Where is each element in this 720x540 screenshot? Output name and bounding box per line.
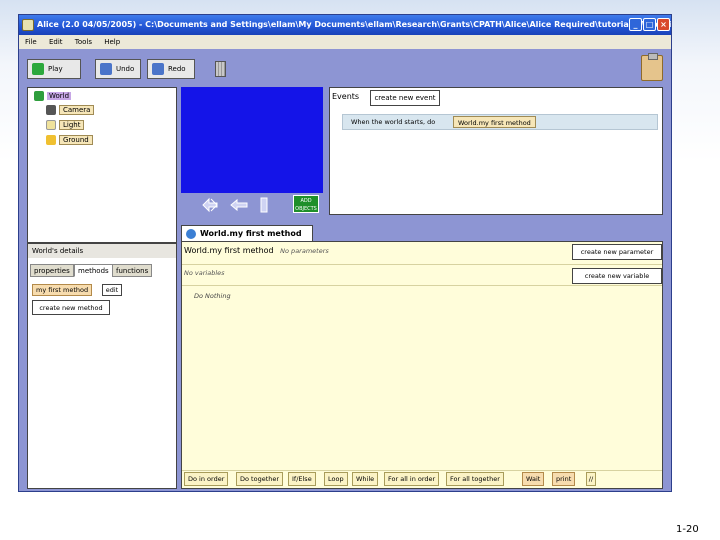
menu-bar: File Edit Tools Help — [19, 35, 671, 49]
tree-item-camera[interactable]: Camera — [44, 104, 95, 116]
events-panel: Events create new event When the world s… — [329, 87, 663, 215]
block-if-else[interactable]: If/Else — [288, 472, 316, 486]
method-tile[interactable]: my first method — [32, 284, 93, 296]
block-do-in-order[interactable]: Do in order — [184, 472, 229, 486]
globe-icon — [34, 91, 44, 101]
undo-icon — [100, 63, 112, 75]
close-icon[interactable]: × — [657, 18, 670, 31]
no-variables-text: No variables — [184, 269, 225, 277]
toolbar: Play Undo Redo — [19, 49, 671, 85]
create-new-event-button[interactable]: create new event — [370, 90, 440, 106]
tab-functions[interactable]: functions — [112, 264, 153, 277]
redo-icon — [152, 63, 164, 75]
lightbulb-icon — [46, 120, 56, 130]
tree-item-world[interactable]: World — [32, 90, 72, 102]
camera-controls: ADD OBJECTS — [181, 193, 323, 217]
event-method-tile[interactable]: World.my first method — [453, 116, 536, 128]
object-tree: World Camera Light Ground — [27, 87, 177, 243]
play-icon — [32, 63, 44, 75]
trash-icon[interactable] — [215, 61, 226, 77]
block-do-together[interactable]: Do together — [236, 472, 284, 486]
block-loop[interactable]: Loop — [324, 472, 348, 486]
block-while[interactable]: While — [352, 472, 379, 486]
maximize-icon[interactable]: □ — [643, 18, 656, 31]
slide-number: 1-20 — [676, 524, 699, 535]
tab-properties[interactable]: properties — [30, 264, 74, 277]
folder-icon — [46, 135, 56, 145]
alice-app-icon — [22, 19, 34, 31]
create-new-parameter-button[interactable]: create new parameter — [572, 244, 662, 260]
events-title: Events — [332, 92, 360, 101]
method-editor: World.my first method No parameters crea… — [181, 241, 663, 489]
play-button[interactable]: Play — [27, 59, 81, 79]
block-for-all-in-order[interactable]: For all in order — [384, 472, 440, 486]
menu-file[interactable]: File — [25, 38, 37, 46]
add-objects-button[interactable]: ADD OBJECTS — [293, 195, 319, 213]
comment-icon[interactable]: // — [586, 472, 596, 486]
event-rule[interactable]: When the world starts, do World.my first… — [342, 114, 658, 130]
create-new-method-button[interactable]: create new method — [32, 300, 110, 315]
details-title: World's details — [28, 244, 176, 258]
block-print[interactable]: print — [552, 472, 576, 486]
title-bar: Alice (2.0 04/05/2005) - C:\Documents an… — [19, 15, 671, 35]
details-panel: World's details properties methods funct… — [27, 243, 177, 489]
tree-item-light[interactable]: Light — [44, 119, 85, 131]
alice-window: Alice (2.0 04/05/2005) - C:\Documents an… — [18, 14, 672, 492]
undo-button[interactable]: Undo — [95, 59, 141, 79]
camera-icon — [46, 105, 56, 115]
menu-tools[interactable]: Tools — [75, 38, 92, 46]
no-parameters-text: No parameters — [280, 247, 329, 255]
do-nothing-text: Do Nothing — [194, 292, 231, 300]
menu-edit[interactable]: Edit — [49, 38, 63, 46]
tree-item-ground[interactable]: Ground — [44, 134, 93, 146]
tab-methods[interactable]: methods — [74, 264, 113, 277]
globe-icon — [186, 229, 196, 239]
control-blocks-bar: Do in order Do together If/Else Loop Whi… — [182, 470, 662, 488]
editor-tab[interactable]: World.my first method — [181, 225, 313, 241]
create-new-variable-button[interactable]: create new variable — [572, 268, 662, 284]
block-for-all-together[interactable]: For all together — [446, 472, 504, 486]
minimize-icon[interactable]: _ — [629, 18, 642, 31]
clipboard-icon[interactable] — [641, 53, 663, 81]
edit-button[interactable]: edit — [102, 284, 122, 296]
method-header: World.my first method — [184, 246, 274, 255]
window-title: Alice (2.0 04/05/2005) - C:\Documents an… — [37, 20, 671, 29]
redo-button[interactable]: Redo — [147, 59, 195, 79]
menu-help[interactable]: Help — [104, 38, 120, 46]
block-wait[interactable]: Wait — [522, 472, 545, 486]
scene-view[interactable] — [181, 87, 323, 193]
